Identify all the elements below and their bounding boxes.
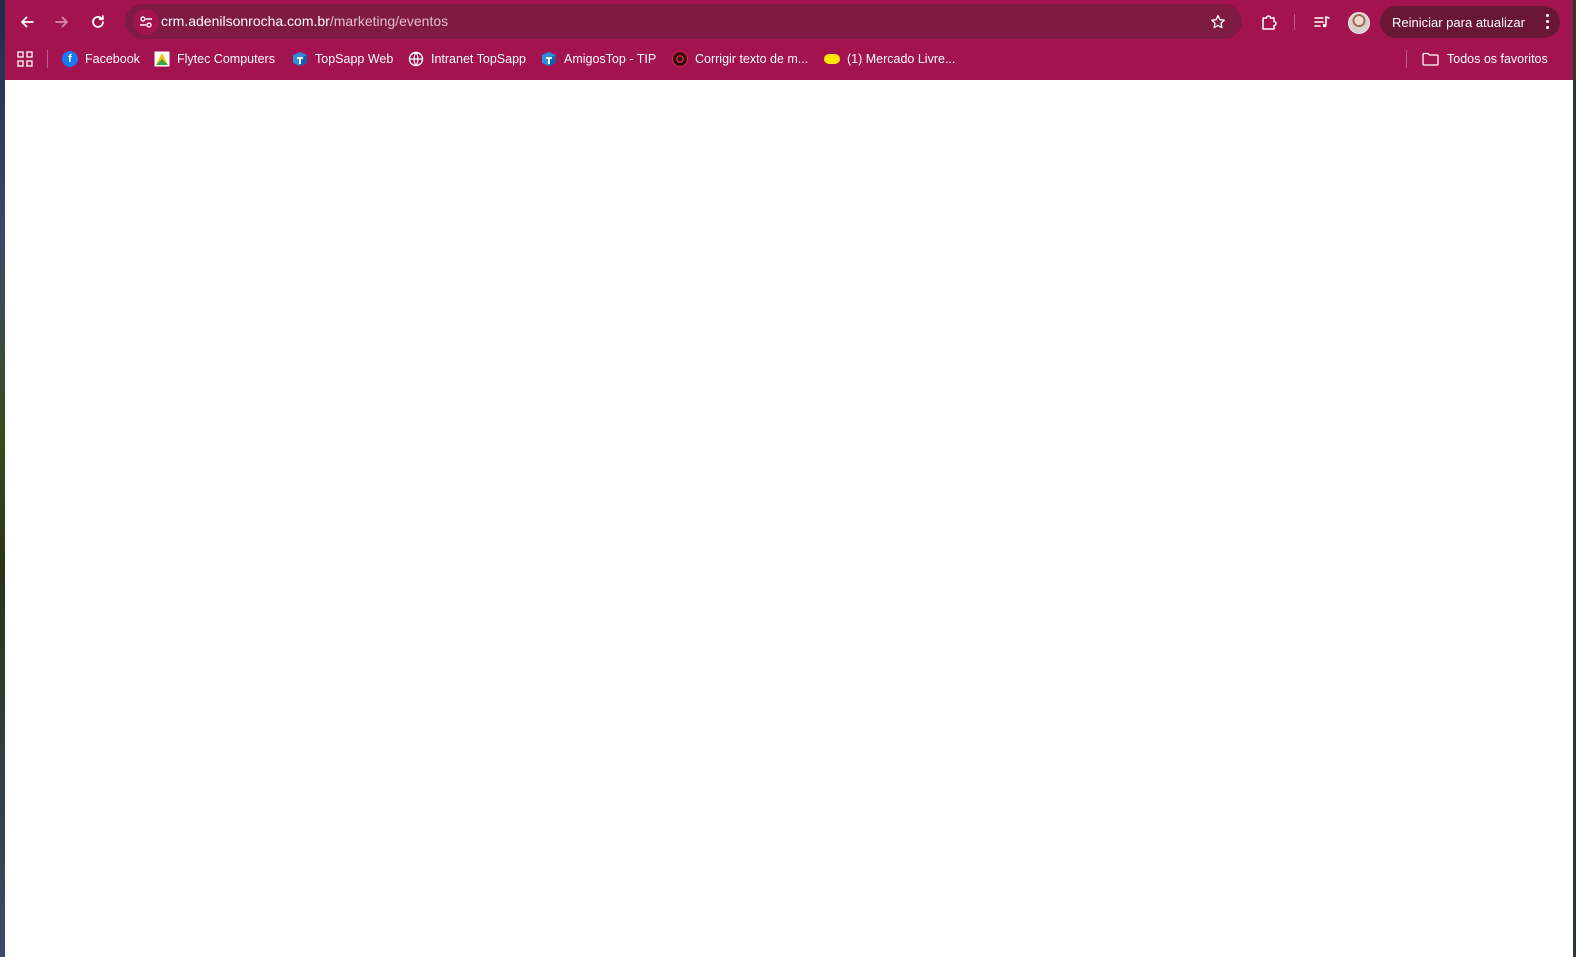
avatar[interactable] <box>1348 12 1370 34</box>
bookmark-topsapp-web[interactable]: TopSapp Web <box>292 49 393 69</box>
bookmark-amigostop-tip[interactable]: AmigosTop - TIP <box>541 49 656 69</box>
back-arrow-icon <box>21 16 34 28</box>
bookmarks-bar: f Facebook Flytec Computers TopSapp Web <box>5 46 1573 72</box>
bookmark-label: Facebook <box>85 52 140 66</box>
media-controls-icon <box>1314 16 1330 28</box>
bookmark-flytec-computers[interactable]: Flytec Computers <box>154 49 275 69</box>
kebab-menu-icon[interactable] <box>1544 14 1550 30</box>
star-icon <box>1211 14 1225 29</box>
all-bookmarks-button[interactable]: Todos os favoritos <box>1422 49 1548 69</box>
toolbar-separator <box>1294 14 1295 30</box>
bookmark-facebook[interactable]: f Facebook <box>62 49 140 69</box>
bookmark-label: Intranet TopSapp <box>431 52 526 66</box>
bookmark-intranet-topsapp[interactable]: Intranet TopSapp <box>408 49 526 69</box>
reload-button[interactable] <box>84 8 112 36</box>
extensions-button[interactable] <box>1257 10 1281 34</box>
restart-label: Reiniciar para atualizar <box>1392 15 1525 30</box>
forward-button[interactable] <box>48 8 76 36</box>
restart-to-update-button[interactable]: Reiniciar para atualizar <box>1380 6 1560 38</box>
extensions-icon <box>1262 15 1277 30</box>
reload-icon <box>92 15 104 28</box>
media-controls-button[interactable] <box>1310 10 1334 34</box>
globe-icon <box>408 51 424 67</box>
bookmark-corrigir-texto[interactable]: Corrigir texto de m... <box>672 49 808 69</box>
bookmarks-separator <box>1406 50 1407 68</box>
bookmark-star-button[interactable] <box>1208 12 1228 32</box>
bookmark-label: Flytec Computers <box>177 52 275 66</box>
url-domain: crm.adenilsonrocha.com.br <box>161 13 330 29</box>
bookmark-label: AmigosTop - TIP <box>564 52 657 66</box>
mercado-livre-icon <box>824 54 840 64</box>
facebook-icon: f <box>62 51 78 67</box>
forward-arrow-icon <box>55 16 68 28</box>
url-path: /marketing/eventos <box>329 13 449 29</box>
browser-window: crm.adenilsonrocha.com.br/marketing/even… <box>5 0 1573 957</box>
bookmarks-separator <box>47 50 48 68</box>
all-bookmarks-label: Todos os favoritos <box>1447 52 1548 66</box>
back-button[interactable] <box>13 8 41 36</box>
red-circle-icon <box>672 51 688 67</box>
apps-grid-icon[interactable] <box>17 51 33 67</box>
url-text[interactable]: crm.adenilsonrocha.com.br/marketing/even… <box>161 13 448 29</box>
bookmark-label: Corrigir texto de m... <box>695 52 809 66</box>
flytec-icon <box>154 51 170 67</box>
bookmark-mercado-livre[interactable]: (1) Mercado Livre... <box>824 49 955 69</box>
browser-toolbar: crm.adenilsonrocha.com.br/marketing/even… <box>5 0 1573 80</box>
address-bar[interactable]: crm.adenilsonrocha.com.br/marketing/even… <box>125 4 1242 39</box>
folder-icon <box>1422 52 1439 66</box>
topsapp-icon <box>292 51 308 67</box>
bookmark-label: (1) Mercado Livre... <box>847 52 956 66</box>
page-content <box>5 80 1573 957</box>
topsapp-icon <box>541 51 557 67</box>
site-settings-icon[interactable] <box>133 9 159 35</box>
bookmark-label: TopSapp Web <box>315 52 394 66</box>
